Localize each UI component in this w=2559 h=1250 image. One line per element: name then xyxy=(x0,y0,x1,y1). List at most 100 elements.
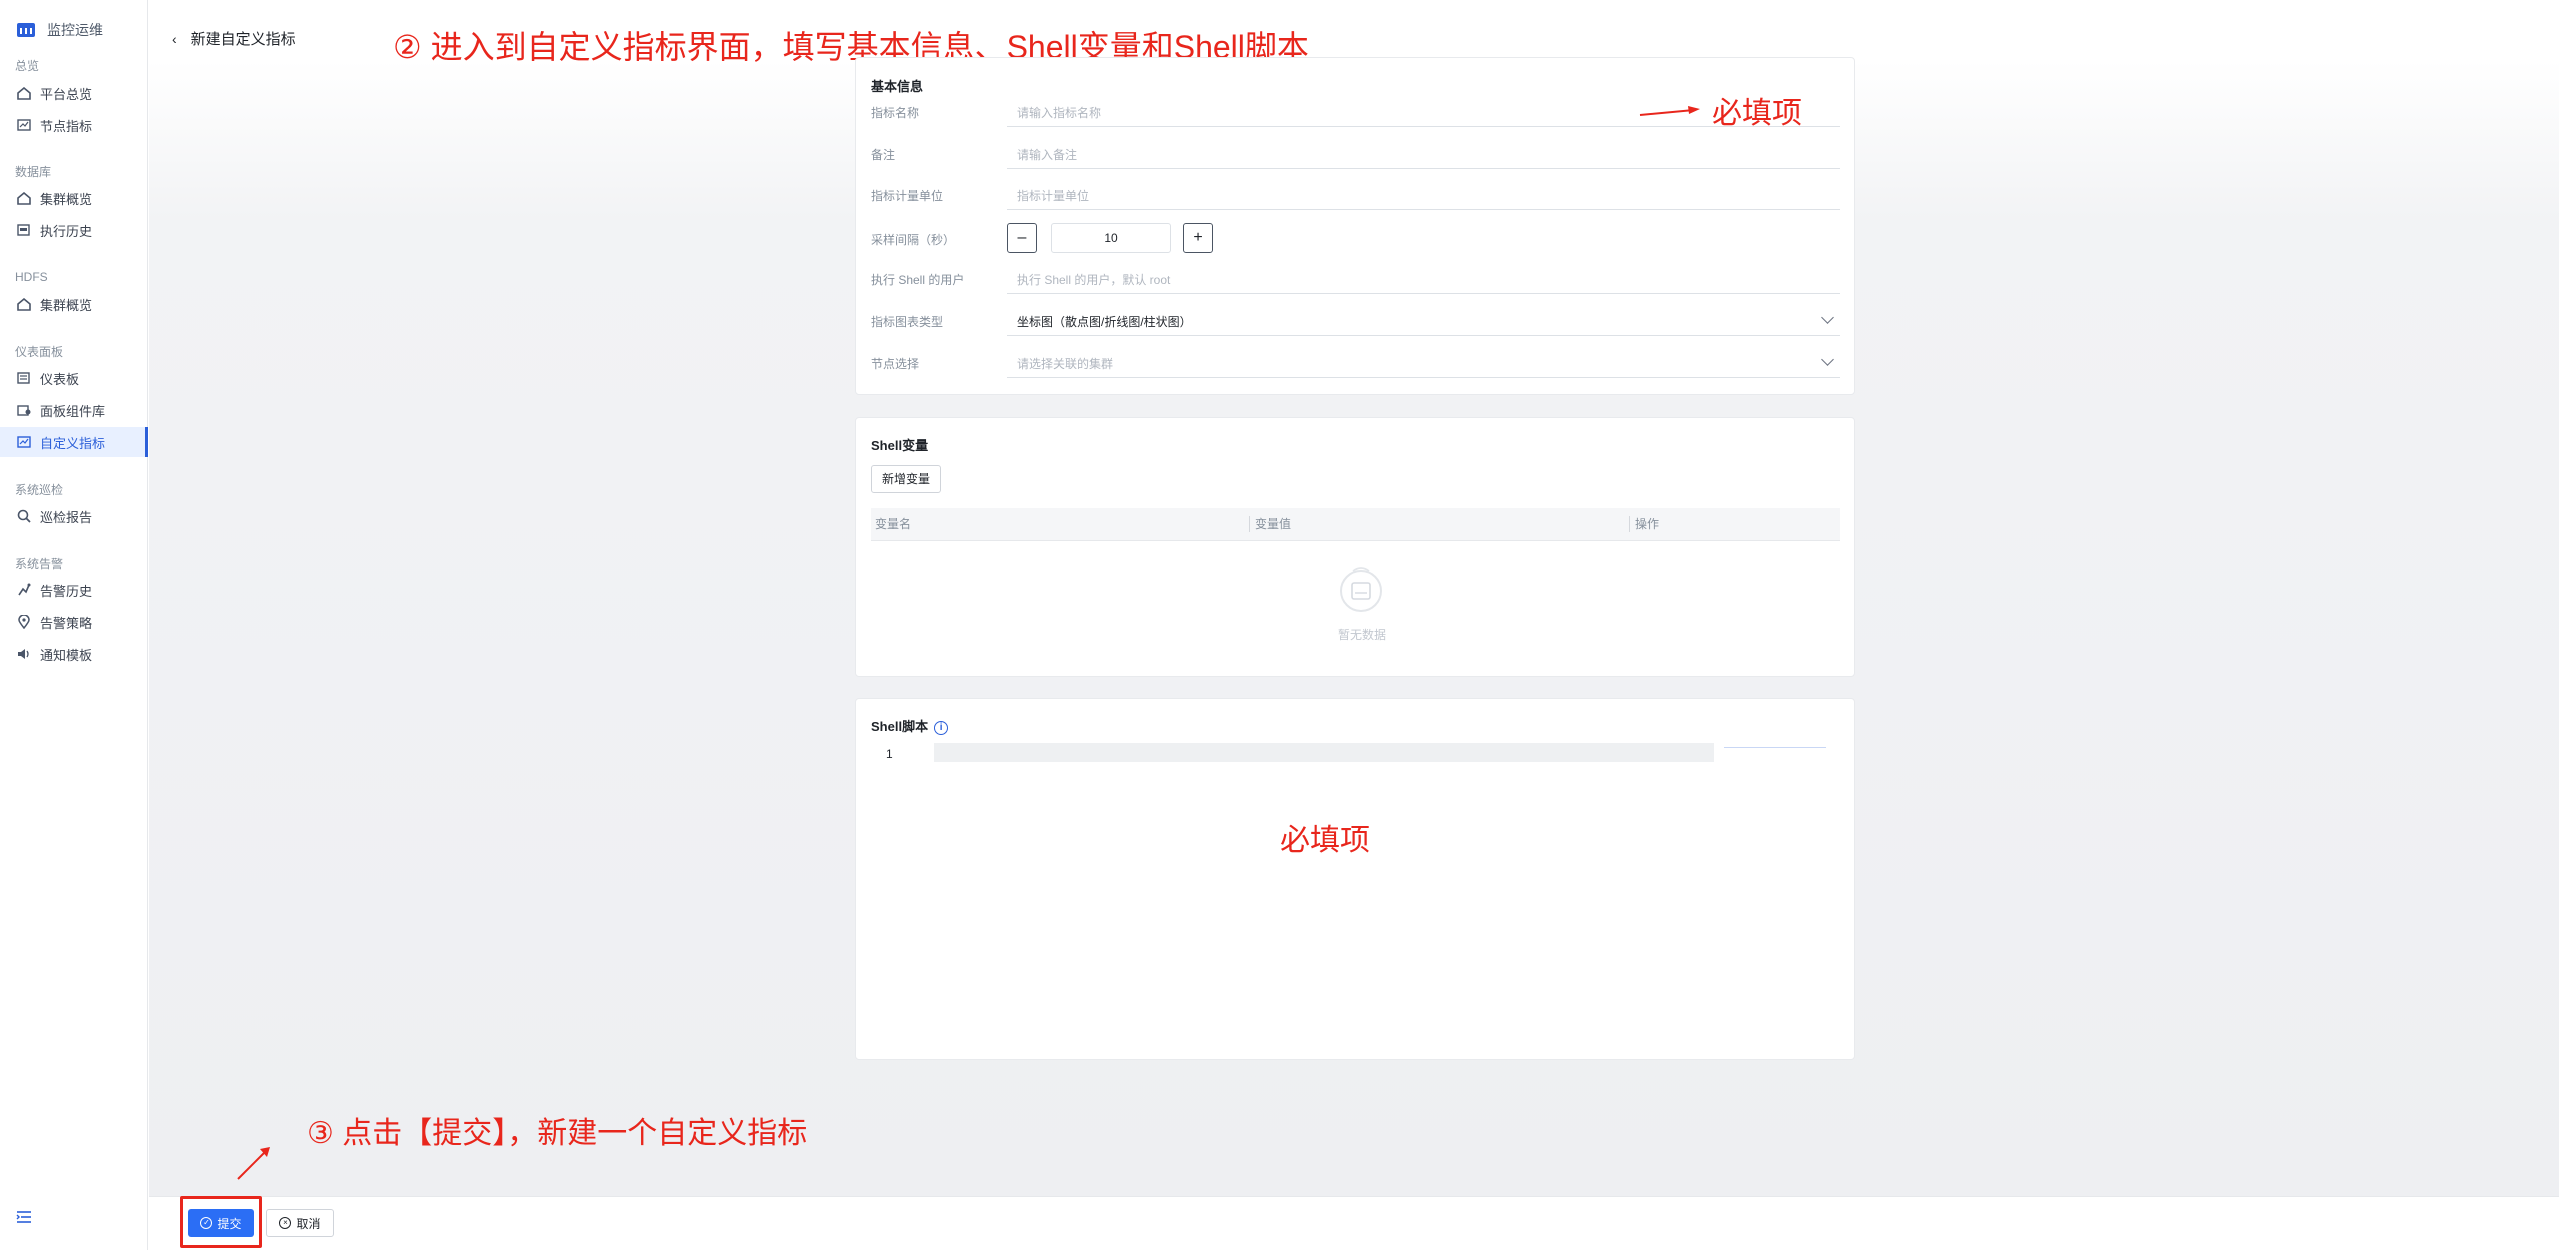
field-chart-type: 指标图表类型 坐标图（散点图/折线图/柱状图） xyxy=(871,308,1840,338)
sidebar-item-notify-template[interactable]: 通知模板 xyxy=(0,639,148,669)
sidebar-item-label: 执行历史 xyxy=(40,223,93,239)
interval-value-input[interactable]: 10 xyxy=(1051,223,1171,253)
node-select-placeholder: 请选择关联的集群 xyxy=(1017,357,1114,371)
speaker-icon xyxy=(16,647,31,662)
sidebar-item-platform-overview[interactable]: 平台总览 xyxy=(0,78,148,108)
sidebar-item-alarm-history[interactable]: 告警历史 xyxy=(0,575,148,605)
sidebar-item-label: 通知模板 xyxy=(40,647,93,663)
sidebar: 监控运维 总览 平台总览 节点指标 数据库 集群概览 执行历史 HDFS 集群概… xyxy=(0,0,148,1250)
sidebar-item-label: 告警策略 xyxy=(40,615,93,631)
alarm-history-icon xyxy=(16,583,31,598)
empty-box-icon xyxy=(1333,563,1389,613)
group-title-database: 数据库 xyxy=(15,165,52,179)
chevron-down-icon xyxy=(1821,311,1834,324)
chevron-down-icon xyxy=(1821,353,1834,366)
sidebar-item-label: 面板组件库 xyxy=(40,403,106,419)
col-var-name: 变量名 xyxy=(875,517,912,531)
unit-input[interactable]: 指标计量单位 xyxy=(1007,182,1840,210)
page-title: 新建自定义指标 xyxy=(190,31,296,48)
field-interval: 采样间隔（秒） – 10 + xyxy=(871,223,1840,256)
shell-script-title-wrap: Shell脚本 i xyxy=(871,716,949,735)
col-var-value: 变量值 xyxy=(1255,517,1292,531)
sidebar-item-db-cluster-overview[interactable]: 集群概览 xyxy=(0,183,148,213)
basic-info-title: 基本信息 xyxy=(871,79,924,94)
back-header[interactable]: ‹ 新建自定义指标 xyxy=(172,28,296,49)
basic-info-card: 基本信息 指标名称 请输入指标名称 备注 请输入备注 指标计量单位 指标计量单位… xyxy=(855,57,1855,395)
home-icon xyxy=(16,297,31,312)
interval-increment-button[interactable]: + xyxy=(1183,223,1213,253)
sidebar-item-label: 集群概览 xyxy=(40,191,93,207)
node-select[interactable]: 请选择关联的集群 xyxy=(1007,350,1840,378)
editor-line-number: 1 xyxy=(886,747,893,761)
menu-collapse-icon[interactable] xyxy=(16,1210,32,1224)
col-actions: 操作 xyxy=(1635,517,1660,531)
label-chart-type: 指标图表类型 xyxy=(871,315,944,329)
field-shell-user: 执行 Shell 的用户 执行 Shell 的用户，默认 root xyxy=(871,266,1840,296)
column-divider xyxy=(1629,516,1630,532)
location-icon xyxy=(16,615,31,630)
sidebar-item-label: 平台总览 xyxy=(40,86,93,102)
submit-label: 提交 xyxy=(217,1216,242,1231)
script-editor[interactable] xyxy=(934,743,1714,762)
label-node-select: 节点选择 xyxy=(871,357,920,371)
brand[interactable]: 监控运维 xyxy=(17,20,103,40)
field-unit: 指标计量单位 指标计量单位 xyxy=(871,182,1840,212)
annotation-required-script: 必填项 xyxy=(1280,824,1370,857)
group-title-overview: 总览 xyxy=(15,59,40,73)
annotation-step3: ③ 点击【提交】，新建一个自定义指标 xyxy=(307,1117,808,1150)
sidebar-item-label: 仪表板 xyxy=(40,371,80,387)
annotation-arrow-submit xyxy=(237,1147,270,1180)
history-icon xyxy=(16,223,31,238)
group-title-inspection: 系统巡检 xyxy=(15,483,64,497)
dashboard-icon xyxy=(16,371,31,386)
annotation-required-basic: 必填项 xyxy=(1712,97,1802,130)
shell-vars-title: Shell变量 xyxy=(871,438,929,453)
sidebar-item-exec-history[interactable]: 执行历史 xyxy=(0,215,148,245)
sidebar-item-label: 自定义指标 xyxy=(40,435,106,451)
sidebar-item-dashboard[interactable]: 仪表板 xyxy=(0,363,148,393)
sidebar-item-label: 巡检报告 xyxy=(40,509,93,525)
monitor-logo-icon xyxy=(17,23,35,37)
sidebar-item-custom-metrics[interactable]: 自定义指标 xyxy=(0,427,148,457)
shell-script-card: Shell脚本 i 1 xyxy=(855,698,1855,1060)
group-title-hdfs: HDFS xyxy=(15,270,48,284)
library-icon xyxy=(16,403,31,418)
brand-title: 监控运维 xyxy=(47,22,103,38)
label-remark: 备注 xyxy=(871,148,896,162)
remark-input[interactable]: 请输入备注 xyxy=(1007,141,1840,169)
field-node-select: 节点选择 请选择关联的集群 xyxy=(871,350,1840,380)
shell-user-input[interactable]: 执行 Shell 的用户，默认 root xyxy=(1007,266,1840,294)
submit-button[interactable]: ✓ 提交 xyxy=(188,1209,254,1237)
chart-icon xyxy=(16,118,31,133)
shell-vars-table-header: 变量名 变量值 操作 xyxy=(871,508,1840,541)
group-title-dashboards: 仪表面板 xyxy=(15,345,64,359)
empty-data-text: 暂无数据 xyxy=(1337,628,1386,642)
label-unit: 指标计量单位 xyxy=(871,189,944,203)
field-remark: 备注 请输入备注 xyxy=(871,141,1840,171)
close-circle-icon: × xyxy=(279,1217,292,1229)
label-metric-name: 指标名称 xyxy=(871,106,920,120)
chevron-left-icon[interactable]: ‹ xyxy=(172,31,177,47)
info-icon[interactable]: i xyxy=(934,720,949,735)
custom-metric-icon xyxy=(16,435,31,450)
home-icon xyxy=(16,86,31,101)
chart-type-select[interactable]: 坐标图（散点图/折线图/柱状图） xyxy=(1007,308,1840,336)
sidebar-item-alarm-policy[interactable]: 告警策略 xyxy=(0,607,148,637)
check-circle-icon: ✓ xyxy=(200,1217,213,1229)
sidebar-item-inspection-report[interactable]: 巡检报告 xyxy=(0,501,148,531)
sidebar-item-panel-library[interactable]: 面板组件库 xyxy=(0,395,148,425)
add-variable-button[interactable]: 新增变量 xyxy=(871,465,942,493)
interval-decrement-button[interactable]: – xyxy=(1007,223,1037,253)
editor-minimap-marker xyxy=(1724,747,1826,748)
group-title-alarms: 系统告警 xyxy=(15,557,64,571)
sidebar-item-hdfs-cluster-overview[interactable]: 集群概览 xyxy=(0,289,148,319)
cancel-label: 取消 xyxy=(296,1216,321,1231)
sidebar-item-label: 节点指标 xyxy=(40,118,93,134)
cancel-button[interactable]: × 取消 xyxy=(266,1209,334,1237)
sidebar-item-label: 集群概览 xyxy=(40,297,93,313)
sidebar-item-node-metrics[interactable]: 节点指标 xyxy=(0,110,148,140)
shell-vars-card: Shell变量 新增变量 变量名 变量值 操作 暂无数据 xyxy=(855,417,1855,677)
label-shell-user: 执行 Shell 的用户 xyxy=(871,273,965,287)
shell-script-title: Shell脚本 xyxy=(871,719,929,734)
search-report-icon xyxy=(16,509,31,524)
